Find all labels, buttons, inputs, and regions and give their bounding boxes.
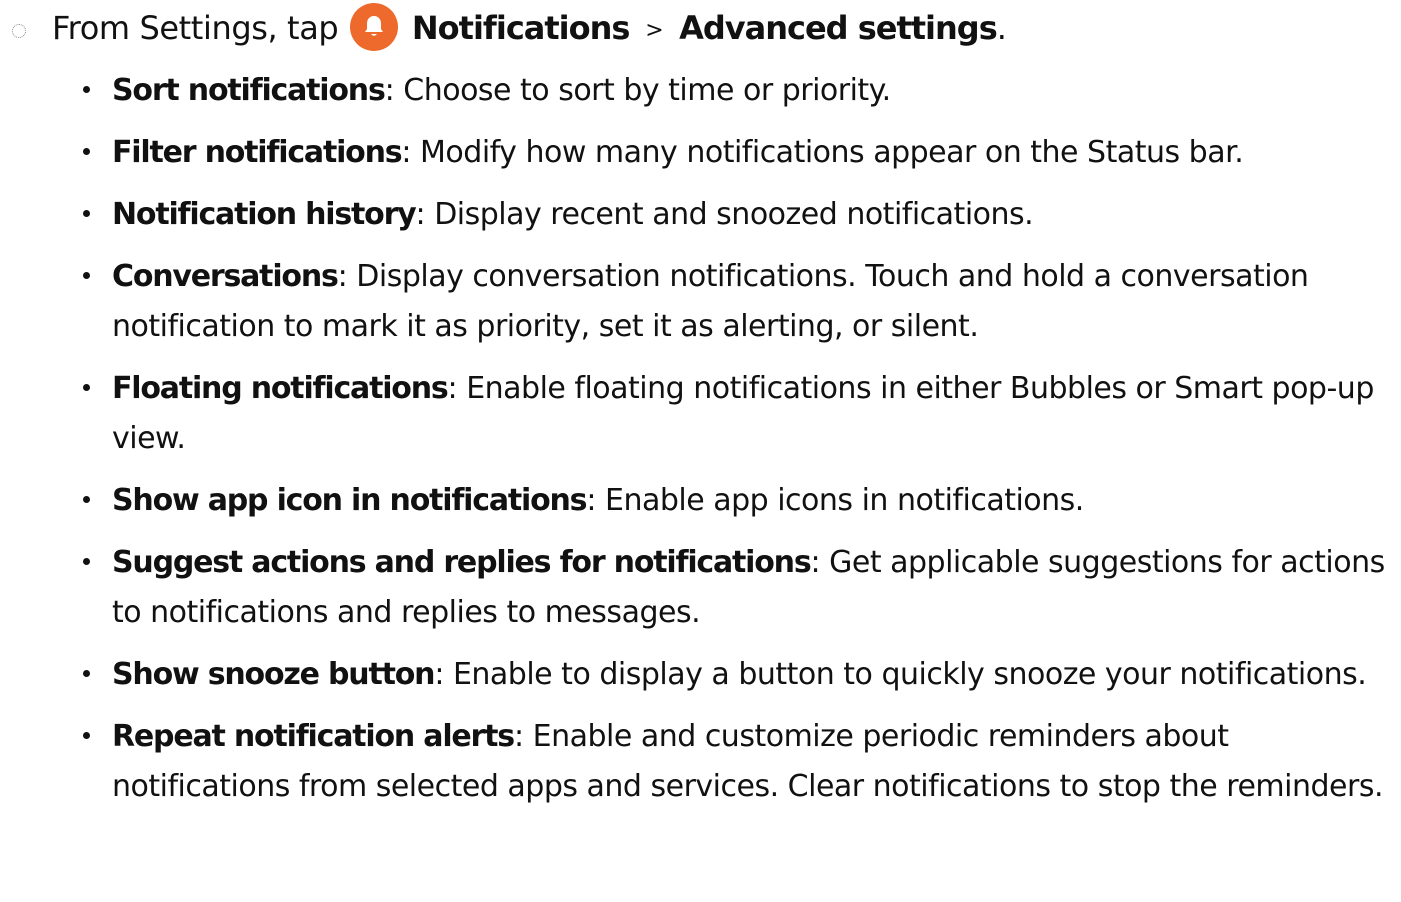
- option-conversations: Conversations: Display conversation noti…: [0, 252, 1401, 352]
- path-separator: >: [645, 18, 664, 43]
- option-term: Conversations: [112, 259, 339, 294]
- menu-notifications: Notifications: [411, 9, 631, 47]
- option-term: Show app icon in notifications: [112, 483, 588, 518]
- option-term: Suggest actions and replies for notifica…: [112, 545, 812, 580]
- option-term: Show snooze button: [112, 657, 436, 692]
- notifications-app-icon: [350, 3, 399, 51]
- option-floating-notifications: Floating notifications: Enable floating …: [0, 364, 1401, 464]
- bullet-icon: [83, 670, 90, 677]
- option-show-snooze-button: Show snooze button: Enable to display a …: [0, 650, 1401, 700]
- step-marker-icon: [12, 24, 26, 38]
- menu-advanced-settings: Advanced settings: [679, 9, 998, 47]
- bullet-icon: [83, 558, 90, 565]
- bullet-icon: [83, 210, 90, 217]
- step-prefix: From Settings, tap: [52, 9, 339, 47]
- option-description: : Enable to display a button to quickly …: [434, 657, 1367, 692]
- option-term: Floating notifications: [112, 371, 449, 406]
- option-description: : Choose to sort by time or priority.: [384, 73, 892, 108]
- option-show-app-icon: Show app icon in notifications: Enable a…: [0, 476, 1401, 526]
- option-suggest-actions: Suggest actions and replies for notifica…: [0, 538, 1401, 638]
- option-term: Notification history: [112, 197, 417, 232]
- options-list: Sort notifications: Choose to sort by ti…: [0, 66, 1401, 824]
- bullet-icon: [83, 384, 90, 391]
- option-filter-notifications: Filter notifications: Modify how many no…: [0, 128, 1401, 178]
- bullet-icon: [83, 86, 90, 93]
- step-text: From Settings, tap Notifications > Advan…: [52, 3, 1007, 55]
- option-description: : Enable app icons in notifications.: [586, 483, 1084, 518]
- option-notification-history: Notification history: Display recent and…: [0, 190, 1401, 240]
- bullet-icon: [83, 732, 90, 739]
- bell-icon: [365, 16, 384, 36]
- option-description: : Display recent and snoozed notificatio…: [415, 197, 1034, 232]
- option-term: Sort notifications: [112, 73, 386, 108]
- bullet-icon: [83, 148, 90, 155]
- option-sort-notifications: Sort notifications: Choose to sort by ti…: [0, 66, 1401, 116]
- option-description: : Modify how many notifications appear o…: [401, 135, 1244, 170]
- option-term: Repeat notification alerts: [112, 719, 515, 754]
- step-end: .: [996, 9, 1007, 47]
- option-repeat-notification-alerts: Repeat notification alerts: Enable and c…: [0, 712, 1401, 812]
- option-term: Filter notifications: [112, 135, 403, 170]
- instruction-step: From Settings, tap Notifications > Advan…: [0, 0, 1401, 60]
- bullet-icon: [83, 496, 90, 503]
- bullet-icon: [83, 272, 90, 279]
